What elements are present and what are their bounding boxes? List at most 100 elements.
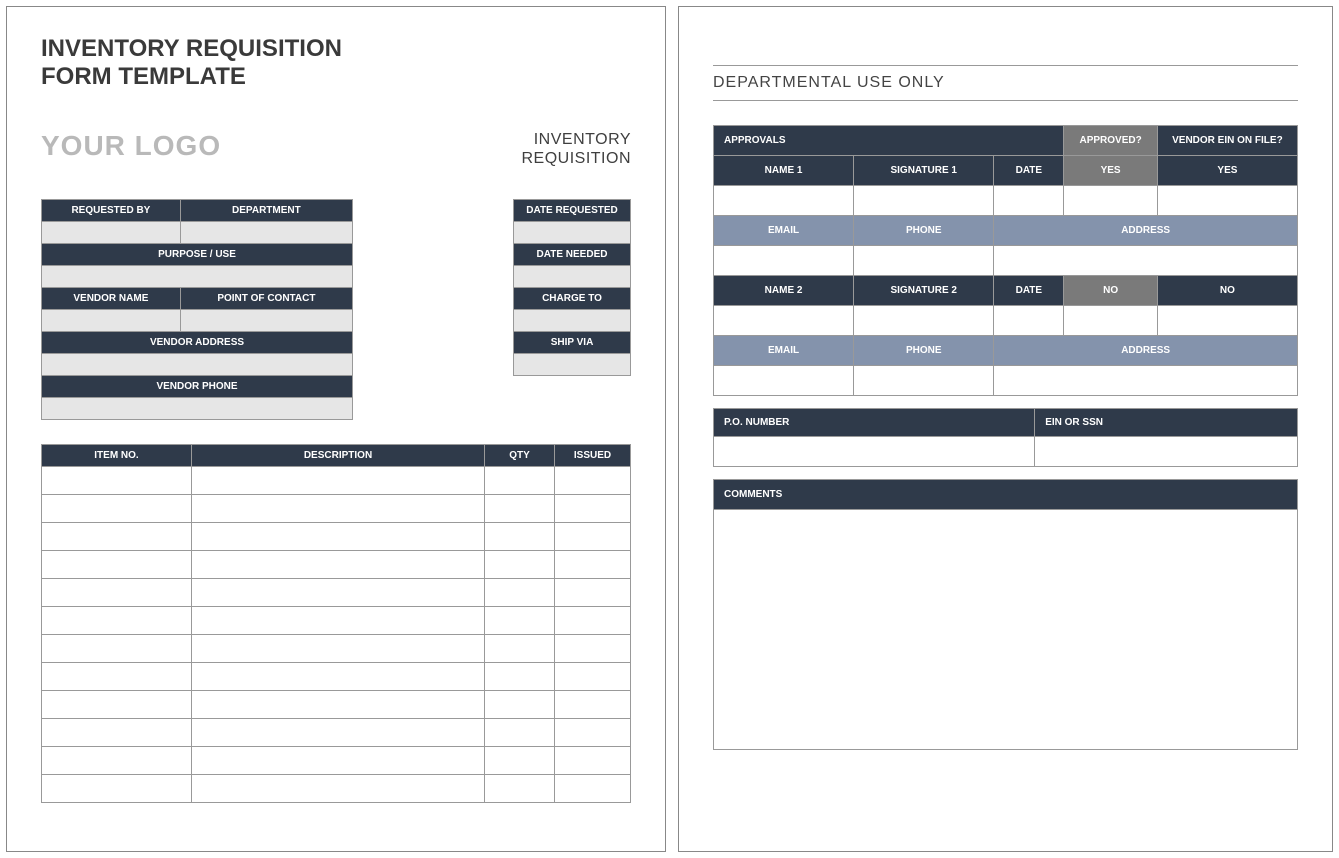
- label-requested-by: REQUESTED BY: [42, 199, 181, 221]
- table-cell[interactable]: [42, 606, 192, 634]
- input-vendor-address[interactable]: [42, 353, 353, 375]
- table-cell[interactable]: [555, 494, 631, 522]
- input-address-2[interactable]: [994, 366, 1298, 396]
- table-cell[interactable]: [555, 634, 631, 662]
- input-comments[interactable]: [713, 510, 1298, 750]
- table-cell[interactable]: [485, 578, 555, 606]
- table-cell[interactable]: [42, 662, 192, 690]
- input-purpose-use[interactable]: [42, 265, 353, 287]
- table-cell[interactable]: [192, 550, 485, 578]
- table-cell[interactable]: [485, 662, 555, 690]
- table-row: [42, 578, 631, 606]
- table-cell[interactable]: [42, 774, 192, 802]
- table-cell[interactable]: [555, 606, 631, 634]
- input-ein-or-ssn[interactable]: [1035, 437, 1298, 467]
- input-point-of-contact[interactable]: [180, 309, 352, 331]
- table-cell[interactable]: [192, 494, 485, 522]
- table-cell[interactable]: [192, 634, 485, 662]
- page-2: DEPARTMENTAL USE ONLY APPROVALS APPROVED…: [678, 6, 1333, 852]
- input-signature-1[interactable]: [854, 186, 994, 216]
- input-name-1[interactable]: [714, 186, 854, 216]
- input-approved-no[interactable]: [1064, 306, 1157, 336]
- input-address-1[interactable]: [994, 246, 1298, 276]
- input-date-needed[interactable]: [514, 265, 631, 287]
- requester-block: REQUESTED BY DEPARTMENT PURPOSE / USE VE…: [41, 199, 353, 420]
- table-cell[interactable]: [192, 606, 485, 634]
- input-charge-to[interactable]: [514, 309, 631, 331]
- table-cell[interactable]: [485, 522, 555, 550]
- table-cell[interactable]: [42, 746, 192, 774]
- input-approved-yes[interactable]: [1064, 186, 1157, 216]
- table-row: [42, 634, 631, 662]
- table-cell[interactable]: [485, 634, 555, 662]
- table-cell[interactable]: [555, 690, 631, 718]
- input-signature-2[interactable]: [854, 306, 994, 336]
- input-phone-1[interactable]: [854, 246, 994, 276]
- input-email-2[interactable]: [714, 366, 854, 396]
- items-header-issued: ISSUED: [555, 444, 631, 466]
- table-cell[interactable]: [485, 774, 555, 802]
- table-cell[interactable]: [192, 578, 485, 606]
- table-row: [42, 606, 631, 634]
- table-cell[interactable]: [555, 774, 631, 802]
- table-row: [42, 466, 631, 494]
- table-cell[interactable]: [485, 690, 555, 718]
- table-cell[interactable]: [192, 746, 485, 774]
- input-date-requested[interactable]: [514, 221, 631, 243]
- input-phone-2[interactable]: [854, 366, 994, 396]
- table-cell[interactable]: [555, 550, 631, 578]
- table-cell[interactable]: [192, 718, 485, 746]
- table-cell[interactable]: [42, 494, 192, 522]
- table-cell[interactable]: [555, 578, 631, 606]
- label-ein-no: NO: [1157, 276, 1297, 306]
- table-cell[interactable]: [485, 494, 555, 522]
- input-po-number[interactable]: [714, 437, 1035, 467]
- table-cell[interactable]: [555, 662, 631, 690]
- table-cell[interactable]: [555, 466, 631, 494]
- table-row: [42, 690, 631, 718]
- table-cell[interactable]: [555, 746, 631, 774]
- table-cell[interactable]: [555, 718, 631, 746]
- input-date-1[interactable]: [994, 186, 1064, 216]
- table-cell[interactable]: [192, 522, 485, 550]
- table-cell[interactable]: [485, 606, 555, 634]
- table-cell[interactable]: [192, 690, 485, 718]
- table-cell[interactable]: [42, 578, 192, 606]
- table-cell[interactable]: [555, 522, 631, 550]
- table-cell[interactable]: [192, 774, 485, 802]
- label-date-1: DATE: [994, 156, 1064, 186]
- label-charge-to: CHARGE TO: [514, 287, 631, 309]
- table-cell[interactable]: [42, 634, 192, 662]
- input-ship-via[interactable]: [514, 353, 631, 375]
- label-ein-or-ssn: EIN OR SSN: [1035, 409, 1298, 437]
- input-vendor-name[interactable]: [42, 309, 181, 331]
- label-name-1: NAME 1: [714, 156, 854, 186]
- input-email-1[interactable]: [714, 246, 854, 276]
- table-cell[interactable]: [42, 690, 192, 718]
- input-ein-no[interactable]: [1157, 306, 1297, 336]
- table-cell[interactable]: [42, 466, 192, 494]
- label-address-2: ADDRESS: [994, 336, 1298, 366]
- label-comments: COMMENTS: [713, 479, 1298, 510]
- label-email-2: EMAIL: [714, 336, 854, 366]
- table-cell[interactable]: [42, 718, 192, 746]
- label-email-1: EMAIL: [714, 216, 854, 246]
- table-cell[interactable]: [42, 522, 192, 550]
- table-cell[interactable]: [485, 466, 555, 494]
- input-date-2[interactable]: [994, 306, 1064, 336]
- label-approved-no: NO: [1064, 276, 1157, 306]
- table-cell[interactable]: [192, 466, 485, 494]
- input-department[interactable]: [180, 221, 352, 243]
- table-cell[interactable]: [42, 550, 192, 578]
- table-cell[interactable]: [485, 746, 555, 774]
- input-name-2[interactable]: [714, 306, 854, 336]
- label-ein-yes: YES: [1157, 156, 1297, 186]
- table-cell[interactable]: [485, 718, 555, 746]
- table-cell[interactable]: [192, 662, 485, 690]
- approvals-table: APPROVALS APPROVED? VENDOR EIN ON FILE? …: [713, 125, 1298, 396]
- table-cell[interactable]: [485, 550, 555, 578]
- input-requested-by[interactable]: [42, 221, 181, 243]
- input-ein-yes[interactable]: [1157, 186, 1297, 216]
- input-vendor-phone[interactable]: [42, 397, 353, 419]
- form-subtitle: INVENTORY REQUISITION: [521, 130, 631, 168]
